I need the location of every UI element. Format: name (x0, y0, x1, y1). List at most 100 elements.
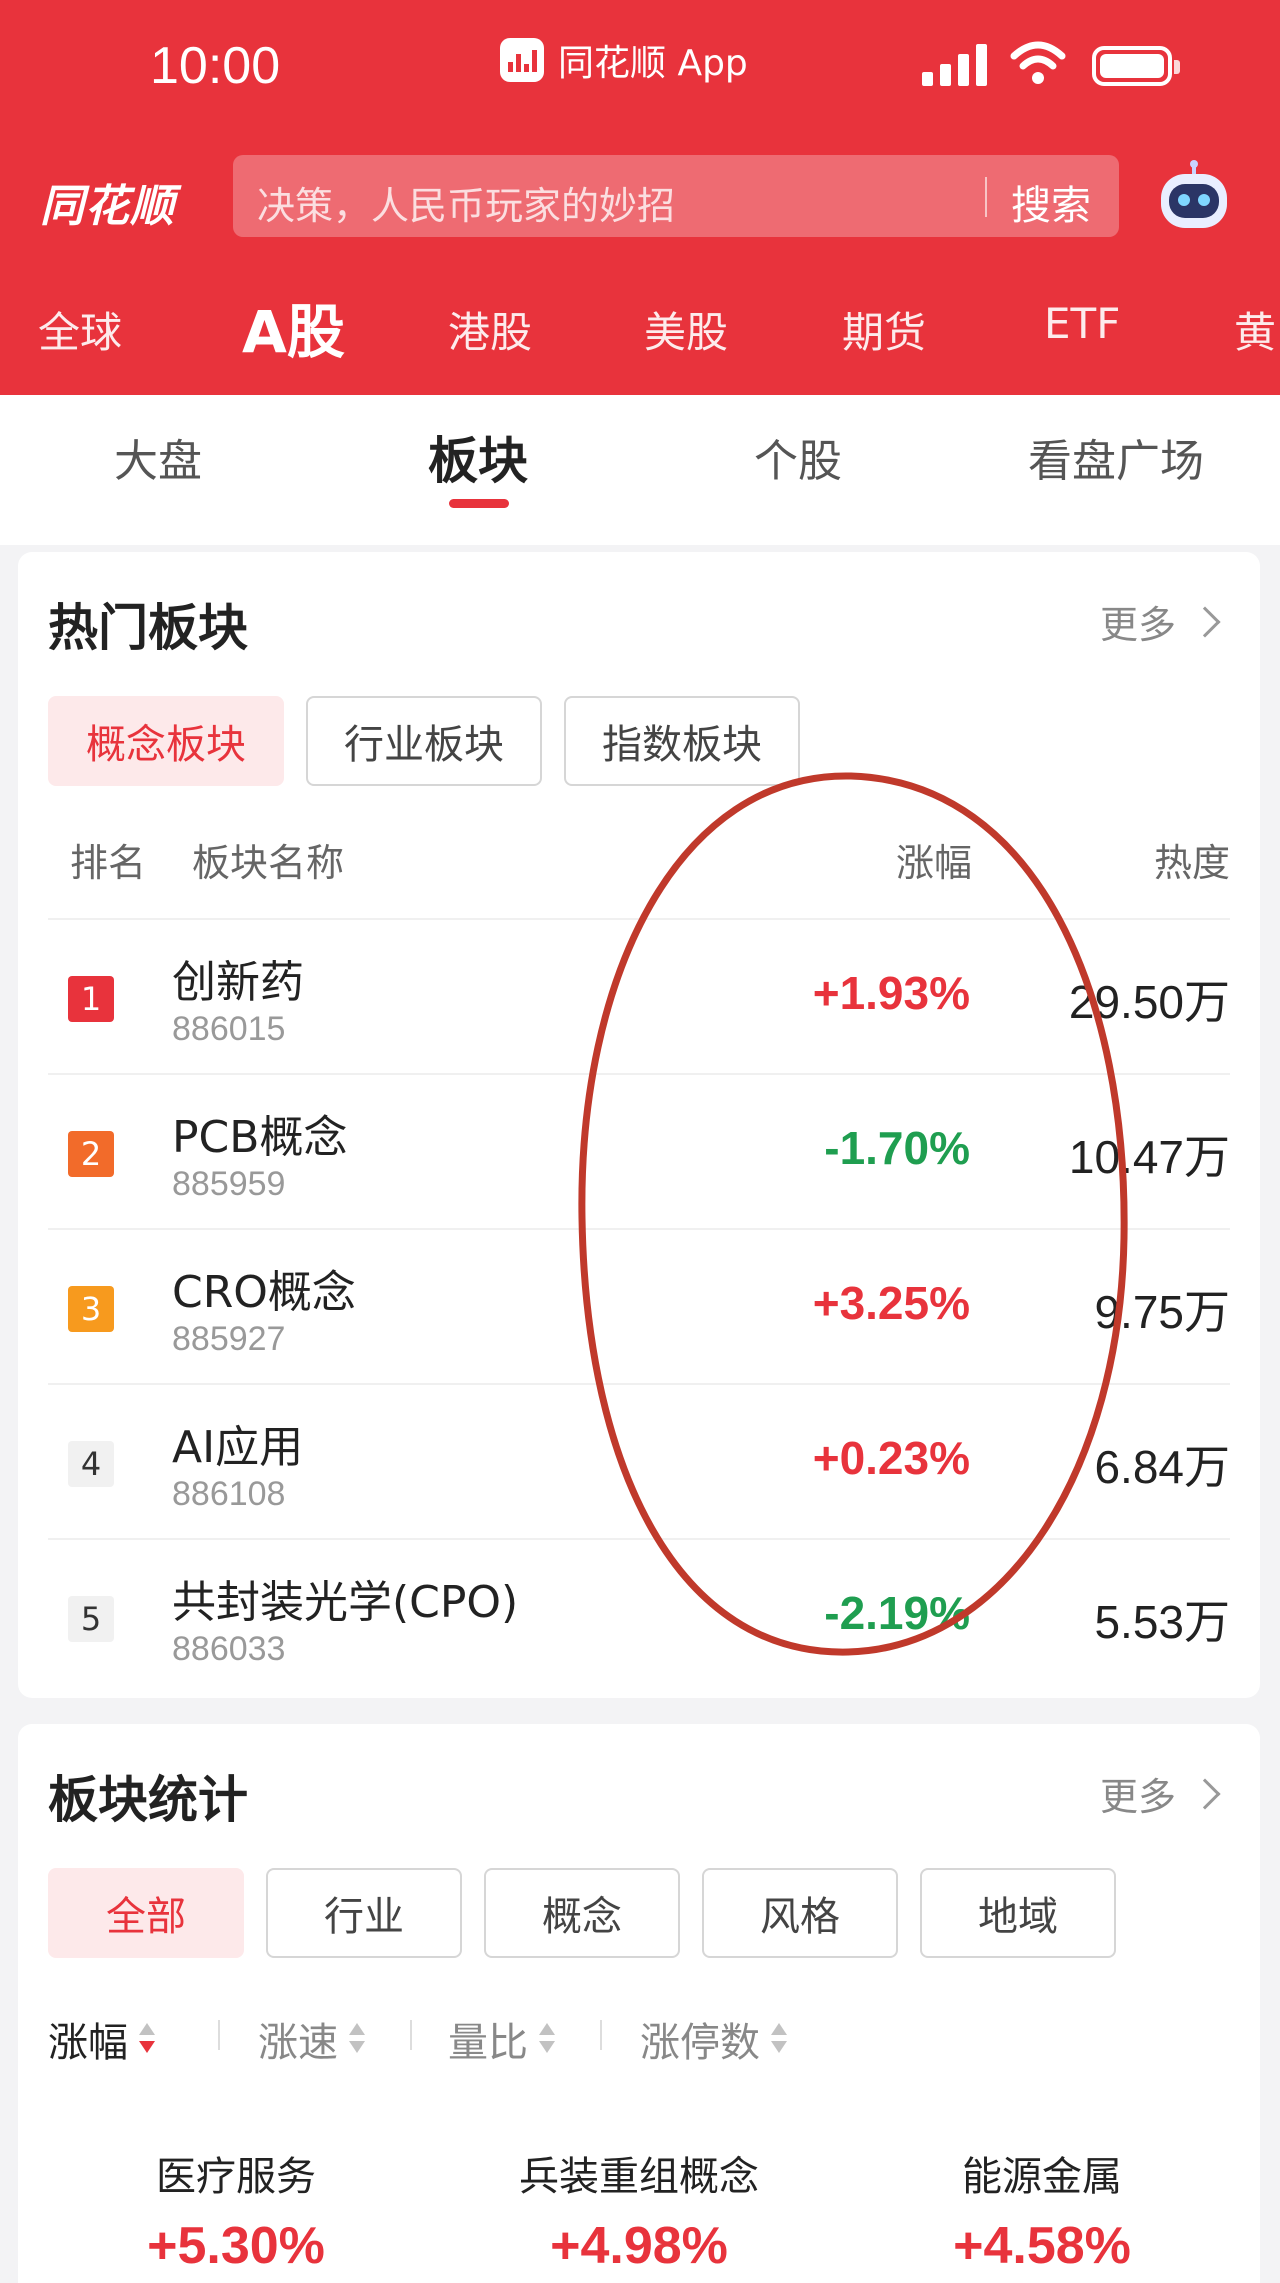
sort-desc-icon (138, 2021, 156, 2057)
search-button[interactable]: 搜索 (1011, 173, 1091, 231)
rank-badge: 1 (68, 976, 114, 1022)
sector-heat: 29.50万 (1068, 976, 1230, 1028)
sector-name: 共封装光学(CPO) (172, 1577, 519, 1628)
signal-icon (922, 42, 988, 86)
col-rank: 排名 (70, 841, 147, 885)
hot-category-chips: 概念板块 行业板块 指数板块 (48, 696, 822, 786)
tab-hk-stocks[interactable]: 港股 (448, 299, 532, 360)
tab-a-shares[interactable]: A股 (242, 285, 345, 369)
tab-global[interactable]: 全球 (38, 299, 122, 360)
table-row[interactable]: 2 PCB概念 885959 -1.70% 10.47万 (48, 1073, 1230, 1228)
divider (600, 2020, 602, 2050)
sub-tabs: 大盘 板块 个股 看盘广场 (0, 395, 1280, 545)
battery-icon (1092, 46, 1180, 86)
table-header: 排名 板块名称 涨幅 热度 (48, 832, 1230, 892)
tab-futures[interactable]: 期货 (842, 299, 926, 360)
divider (218, 2020, 220, 2050)
sort-icon (348, 2021, 366, 2057)
sector-tile[interactable]: 能源金属 +4.58% (842, 2144, 1242, 2276)
rank-badge: 4 (68, 1441, 114, 1487)
sector-code: 885959 (172, 1165, 286, 1203)
sector-heat: 9.75万 (1094, 1286, 1230, 1338)
sector-change: +3.25% (812, 1277, 970, 1329)
sector-change: +1.93% (812, 967, 970, 1019)
app-chart-icon (500, 38, 544, 82)
market-tabs: 全球 A股 港股 美股 期货 ETF 黄 (0, 285, 1280, 375)
tab-market-overview[interactable]: 大盘 (114, 425, 202, 489)
sector-stats-title: 板块统计 (48, 1771, 248, 1829)
chip-concept[interactable]: 概念 (484, 1868, 680, 1958)
sort-change-label: 涨幅 (48, 2020, 128, 2066)
sort-volume-ratio-label: 量比 (448, 2020, 528, 2066)
app-logo: 同花顺 (40, 181, 175, 232)
tab-gold[interactable]: 黄 (1234, 299, 1276, 360)
sort-speed[interactable]: 涨速 (258, 2010, 366, 2068)
chevron-right-icon (1189, 605, 1221, 638)
chip-concept-sectors[interactable]: 概念板块 (48, 696, 284, 786)
robot-assistant-icon[interactable] (1157, 160, 1231, 232)
hot-sectors-title: 热门板块 (48, 599, 248, 657)
table-row[interactable]: 1 创新药 886015 +1.93% 29.50万 (48, 918, 1230, 1073)
sector-tile[interactable]: 医疗服务 +5.30% (36, 2144, 436, 2276)
sort-volume-ratio[interactable]: 量比 (448, 2010, 556, 2068)
tile-name: 能源金属 (962, 2154, 1122, 2200)
sort-limit-up-count[interactable]: 涨停数 (640, 2010, 788, 2068)
tab-us-stocks[interactable]: 美股 (644, 299, 728, 360)
sort-icon (770, 2021, 788, 2057)
col-heat[interactable]: 热度 (1154, 832, 1230, 887)
sort-icon (538, 2021, 556, 2057)
sector-name: 创新药 (172, 957, 304, 1008)
chevron-right-icon (1189, 1777, 1221, 1810)
table-row[interactable]: 4 AI应用 886108 +0.23% 6.84万 (48, 1383, 1230, 1538)
chip-region[interactable]: 地域 (920, 1868, 1116, 1958)
chip-index-sectors[interactable]: 指数板块 (564, 696, 800, 786)
chip-industry-sectors[interactable]: 行业板块 (306, 696, 542, 786)
app-return-badge[interactable]: 同花顺 App (500, 36, 748, 84)
sector-name: PCB概念 (172, 1112, 348, 1163)
sector-heat: 5.53万 (1094, 1596, 1230, 1648)
sort-change[interactable]: 涨幅 (48, 2010, 156, 2068)
tab-etf[interactable]: ETF (1044, 299, 1120, 348)
sector-code: 886033 (172, 1630, 286, 1668)
sector-name: CRO概念 (172, 1267, 356, 1318)
search-input[interactable]: 决策，人民币玩家的妙招 (257, 175, 675, 230)
sector-change: -2.19% (824, 1587, 970, 1639)
tab-watch-square[interactable]: 看盘广场 (1028, 425, 1204, 489)
table-row[interactable]: 5 共封装光学(CPO) 886033 -2.19% 5.53万 (48, 1538, 1230, 1693)
stats-more-label: 更多 (1099, 1775, 1176, 1819)
sector-tile[interactable]: 兵装重组概念 +4.98% (439, 2144, 839, 2276)
sort-limit-up-label: 涨停数 (640, 2020, 760, 2066)
search-bar[interactable]: 决策，人民币玩家的妙招 搜索 (233, 155, 1119, 237)
chip-industry[interactable]: 行业 (266, 1868, 462, 1958)
stats-filter-chips: 全部 行业 概念 风格 地域 (48, 1868, 1138, 1958)
sector-change: +0.23% (812, 1432, 970, 1484)
sector-code: 886108 (172, 1475, 286, 1513)
sector-name: AI应用 (172, 1422, 304, 1473)
sector-heat: 6.84万 (1094, 1441, 1230, 1493)
hot-more-link[interactable]: 更多 (1100, 594, 1221, 649)
tab-sectors[interactable]: 板块 (428, 421, 528, 493)
stats-more-link[interactable]: 更多 (1099, 1766, 1221, 1821)
wifi-icon (1010, 41, 1066, 84)
rank-badge: 5 (68, 1596, 114, 1642)
tile-change: +4.58% (953, 2217, 1131, 2275)
hot-sectors-list: 1 创新药 886015 +1.93% 29.50万 2 PCB概念 88595… (48, 918, 1230, 1693)
sector-stats-card: 板块统计 更多 全部 行业 概念 风格 地域 涨幅 涨速 量比 涨停数 医疗服务… (18, 1724, 1260, 2283)
sort-speed-label: 涨速 (258, 2020, 338, 2066)
col-change[interactable]: 涨幅 (896, 832, 972, 887)
chip-style[interactable]: 风格 (702, 1868, 898, 1958)
search-divider (985, 177, 987, 217)
rank-badge: 3 (68, 1286, 114, 1332)
tile-name: 兵装重组概念 (519, 2154, 759, 2200)
sector-heat: 10.47万 (1068, 1131, 1230, 1183)
chip-all[interactable]: 全部 (48, 1868, 244, 1958)
table-row[interactable]: 3 CRO概念 885927 +3.25% 9.75万 (48, 1228, 1230, 1383)
divider (410, 2020, 412, 2050)
tile-change: +5.30% (147, 2217, 325, 2275)
sector-code: 885927 (172, 1320, 286, 1358)
tab-stocks[interactable]: 个股 (754, 425, 842, 489)
sector-change: -1.70% (824, 1122, 970, 1174)
app-badge-label: 同花顺 App (558, 43, 748, 84)
tile-change: +4.98% (550, 2217, 728, 2275)
status-time: 10:00 (150, 37, 281, 95)
